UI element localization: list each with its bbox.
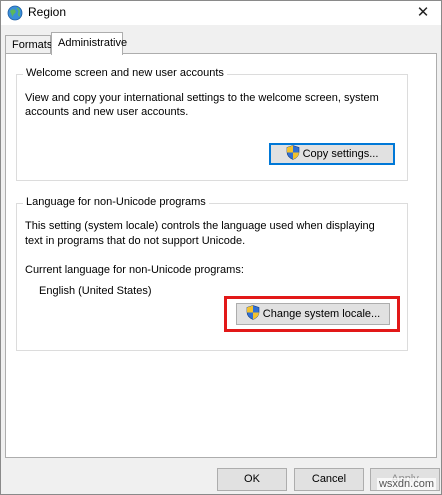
cancel-button[interactable]: Cancel bbox=[294, 468, 364, 491]
welcome-description-line1: View and copy your international setting… bbox=[25, 92, 379, 104]
tab-administrative[interactable]: Administrative bbox=[51, 32, 127, 55]
window-title: Region bbox=[28, 5, 67, 19]
tab-strip: Formats Administrative bbox=[5, 32, 205, 55]
non-unicode-group: Language for non-Unicode programs This s… bbox=[16, 196, 408, 351]
red-highlight-box bbox=[224, 296, 400, 332]
non-unicode-description-line1: This setting (system locale) controls th… bbox=[25, 220, 375, 232]
welcome-screen-group: Welcome screen and new user accounts Vie… bbox=[16, 67, 408, 181]
welcome-group-legend: Welcome screen and new user accounts bbox=[23, 67, 227, 79]
copy-settings-button[interactable]: Copy settings... bbox=[269, 143, 395, 165]
close-icon: ✕ bbox=[416, 4, 430, 21]
region-dialog: Region ✕ Formats Administrative Welcome … bbox=[0, 0, 442, 495]
uac-shield-icon bbox=[286, 145, 299, 160]
globe-icon bbox=[7, 5, 23, 21]
non-unicode-group-legend: Language for non-Unicode programs bbox=[23, 196, 209, 208]
watermark: wsxdn.com bbox=[376, 478, 436, 490]
non-unicode-description-line2: text in programs that do not support Uni… bbox=[25, 235, 246, 247]
copy-settings-label: Copy settings... bbox=[302, 148, 379, 160]
tab-formats[interactable]: Formats bbox=[5, 35, 52, 54]
welcome-description-line2: accounts and new user accounts. bbox=[25, 106, 189, 118]
ok-button[interactable]: OK bbox=[217, 468, 287, 491]
title-bar[interactable]: Region ✕ bbox=[1, 1, 441, 25]
administrative-panel: Welcome screen and new user accounts Vie… bbox=[5, 53, 437, 458]
current-language-label: Current language for non-Unicode program… bbox=[25, 264, 244, 276]
close-button[interactable]: ✕ bbox=[413, 3, 433, 23]
current-language-value: English (United States) bbox=[39, 285, 152, 297]
